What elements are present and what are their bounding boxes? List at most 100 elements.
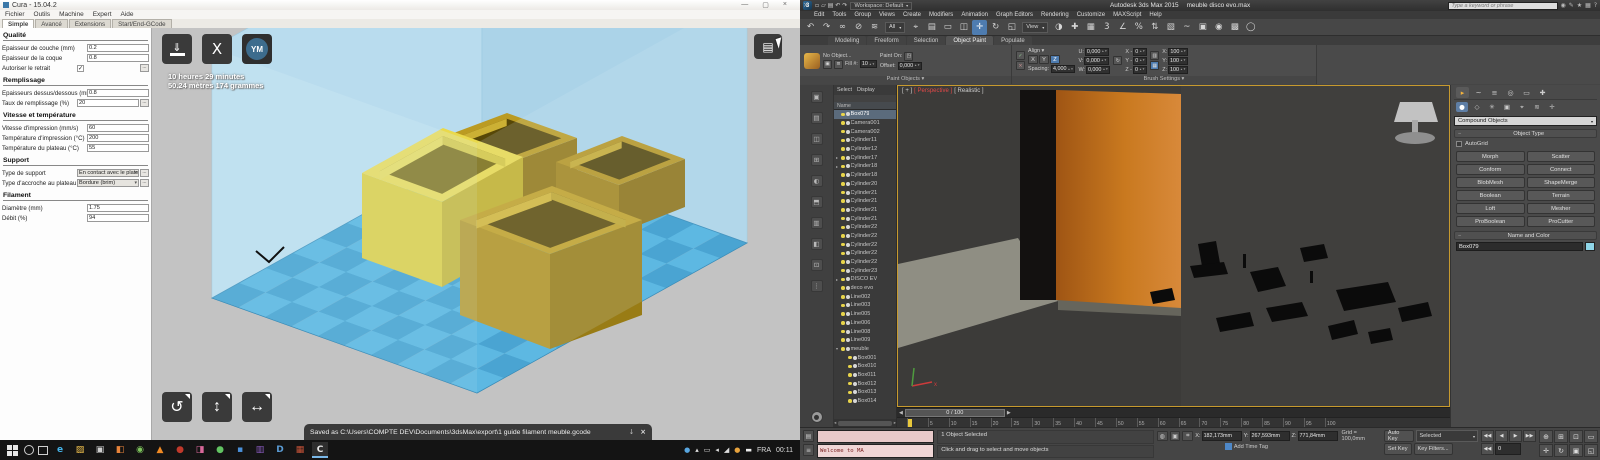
menu-item[interactable]: Tools (832, 12, 846, 18)
systems-category-icon[interactable]: ✛ (1546, 102, 1558, 112)
auto-key-button[interactable]: Auto Key (1383, 430, 1415, 442)
set-key-button[interactable]: Set Key (1383, 443, 1412, 455)
scene-object-row[interactable]: Box001 (834, 353, 896, 362)
scene-object-row[interactable]: Cylinder18 (834, 171, 896, 180)
spacewarps-category-icon[interactable]: ≋ (1531, 102, 1543, 112)
selection-filter-dropdown[interactable]: All ▾ (885, 21, 906, 33)
visibility-bulb-icon[interactable] (841, 312, 845, 316)
views-icon[interactable]: ⬒ (810, 196, 823, 208)
menu-item[interactable]: Fichier (5, 11, 25, 18)
layer-manager-icon[interactable]: ▦ (1083, 20, 1098, 35)
scene-object-row[interactable]: Box013 (834, 388, 896, 397)
listener-output[interactable] (817, 430, 935, 443)
cura-taskbar-icon[interactable]: C (312, 442, 328, 458)
setting-input[interactable]: 55 (87, 144, 149, 152)
object-type-button[interactable]: Loft (1456, 203, 1525, 214)
dots-icon[interactable]: ⋮ (810, 280, 823, 292)
perspective-viewport[interactable]: [ + ] [ Perspective ] [ Realistic ] x (897, 85, 1450, 407)
coordinate-input[interactable]: 267,593mm (1249, 431, 1290, 441)
visibility-bulb-icon[interactable] (848, 381, 852, 386)
select-link-icon[interactable]: ∞ (835, 20, 850, 35)
scene-object-row[interactable]: Camera001 (834, 119, 896, 128)
uvw-spinner[interactable]: 0,000 ▲▼ (1084, 47, 1110, 56)
scale-spinner[interactable]: 100 ▲▼ (1168, 65, 1188, 74)
panel-caption[interactable]: Paint Objects ▾ (800, 76, 1011, 84)
more-options-button[interactable]: ... (140, 99, 149, 107)
camera-icon[interactable]: ▣ (92, 442, 108, 458)
cura-title-bar[interactable]: Cura - 15.04.2 — ▢ × (0, 0, 800, 10)
chrome-icon[interactable]: ◉ (132, 442, 148, 458)
ribbon-tab[interactable]: Freeform (867, 36, 906, 45)
setting-select[interactable]: Bordure (brim) (77, 179, 139, 187)
hierarchy-tab-icon[interactable]: ≡ (1488, 87, 1501, 98)
pick-object-icon[interactable]: ▣ (823, 59, 832, 69)
menu-item[interactable]: MAXScript (1113, 12, 1141, 18)
visibility-bulb-icon[interactable] (841, 277, 845, 282)
word-icon[interactable]: D (272, 442, 288, 458)
scene-object-row[interactable]: Cylinder22 (834, 240, 896, 249)
scene-object-row[interactable]: Cylinder21 (834, 206, 896, 215)
scene-object-row[interactable]: ▾ meuble (834, 345, 896, 354)
selection-set-dropdown[interactable]: Selected ▾ (1416, 430, 1478, 442)
load-model-button[interactable]: ⇓ (162, 34, 192, 64)
brush-list-icon[interactable]: ≡ (834, 59, 843, 69)
notification-close-icon[interactable]: × (640, 428, 646, 436)
grid-icon[interactable]: ⊞ (810, 154, 823, 166)
paint-object-dropdown[interactable]: No Object... (823, 53, 877, 59)
menu-item[interactable]: Machine (59, 11, 84, 18)
cancel-icon[interactable]: × (1016, 61, 1025, 70)
paint-brush-icon[interactable] (804, 52, 820, 69)
scene-object-row[interactable]: Box012 (834, 379, 896, 388)
explorer-menu-item[interactable]: Display (857, 87, 875, 93)
visibility-bulb-icon[interactable] (841, 190, 845, 195)
zoom-region-icon[interactable]: ▭ (1584, 430, 1598, 443)
visibility-bulb-icon[interactable] (841, 164, 845, 169)
scene-object-row[interactable]: Line002 (834, 292, 896, 301)
sphere-icon[interactable]: ● (810, 411, 823, 423)
setting-input[interactable]: 20 (77, 99, 139, 107)
visibility-bulb-icon[interactable] (841, 199, 845, 203)
scene-object-row[interactable]: Cylinder21 (834, 188, 896, 197)
setting-input[interactable]: 94 (87, 214, 149, 222)
display-tab-icon[interactable]: ▭ (1520, 87, 1533, 98)
object-type-button[interactable]: ShapeMerge (1526, 177, 1595, 188)
prev-frame-icon[interactable]: ◀ (1495, 430, 1508, 442)
apply-icon[interactable]: ✓ (1016, 51, 1025, 60)
visibility-bulb-icon[interactable] (841, 138, 845, 143)
menu-item[interactable]: Views (879, 12, 895, 18)
scene-object-row[interactable]: Camera002 (834, 127, 896, 136)
undo-icon[interactable]: ↶ (835, 2, 840, 9)
render-setup-icon[interactable]: ▩ (1227, 20, 1242, 35)
menu-item[interactable]: Help (1149, 12, 1161, 18)
explorer-icon[interactable]: ▨ (72, 442, 88, 458)
office-icon[interactable]: ▦ (292, 442, 308, 458)
panel-caption[interactable]: Brush Settings ▾ (1012, 76, 1316, 84)
start-button[interactable] (4, 443, 20, 457)
scene-object-row[interactable]: Box079 (834, 110, 896, 119)
viewport-label[interactable]: [ + ] [ Perspective ] [ Realistic ] (902, 88, 984, 94)
scatter-spinner[interactable]: 0 ▲▼ (1133, 47, 1148, 56)
expand-icon[interactable]: ▸ (836, 277, 840, 282)
object-type-button[interactable]: BlobMesh (1456, 177, 1525, 188)
panel-icon[interactable]: ◧ (810, 238, 823, 250)
uvw-spinner[interactable]: 0,000 ▲▼ (1085, 65, 1111, 74)
rotation-icon[interactable]: ↻ (1113, 56, 1123, 65)
create-tab-icon[interactable]: ▸ (1456, 87, 1469, 98)
visibility-bulb-icon[interactable] (841, 208, 845, 212)
scene-object-row[interactable]: Cylinder21 (834, 197, 896, 206)
move-icon[interactable]: ✛ (972, 19, 988, 35)
viewport-view-menu[interactable]: [ Perspective ] (914, 88, 952, 94)
scale-spinner[interactable]: 100 ▲▼ (1168, 47, 1189, 56)
close-icon[interactable]: × (803, 1, 809, 9)
onenote-icon[interactable]: ▥ (252, 442, 268, 458)
visibility-bulb-icon[interactable] (841, 156, 845, 160)
add-time-tag[interactable]: Add Time Tag (1224, 443, 1381, 450)
object-name-input[interactable] (1456, 242, 1583, 251)
coordinate-input[interactable]: 771,84mm (1297, 431, 1338, 441)
new-scene-icon[interactable]: ▫ (815, 2, 819, 9)
menu-item[interactable]: Outils (34, 11, 51, 18)
reference-coordinate-dropdown[interactable]: View ▾ (1022, 21, 1049, 33)
visibility-bulb-icon[interactable] (841, 234, 845, 238)
angle-snap-icon[interactable]: ∠ (1115, 20, 1130, 35)
name-color-rollout[interactable]: − Name and Color (1454, 231, 1597, 240)
